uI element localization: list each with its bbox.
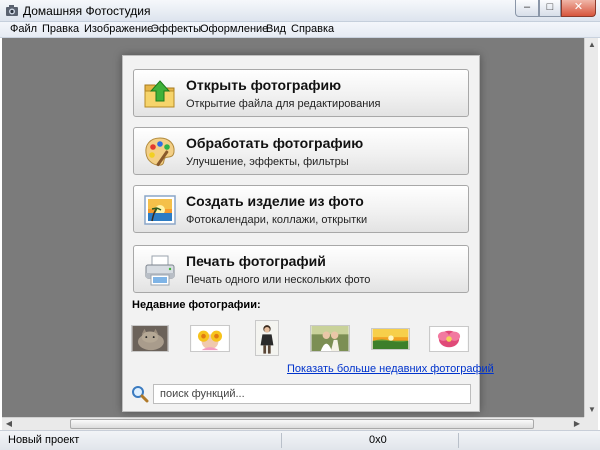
window-title: Домашняя Фотостудия [23,4,151,18]
open-folder-icon [144,80,175,108]
search-icon [132,386,149,403]
horizontal-scroll-thumb[interactable] [70,419,534,429]
action-title: Печать фотографий [186,253,326,269]
scrollbar-corner [584,417,598,430]
palette-icon [145,137,175,167]
action-subtitle: Фотокалендари, коллажи, открытки [186,214,368,226]
menu-bar: Файл Правка Изображение Эффекты Оформлен… [0,22,600,38]
vertical-scrollbar[interactable]: ▲ ▼ [584,38,598,417]
menu-design[interactable]: Оформление [200,23,268,35]
camera-icon [6,5,18,16]
action-title: Создать изделие из фото [186,193,364,209]
action-subtitle: Открытие файла для редактирования [186,98,381,110]
scroll-left-icon[interactable]: ◀ [2,418,16,430]
scroll-up-icon[interactable]: ▲ [585,38,599,52]
action-subtitle: Улучшение, эффекты, фильтры [186,156,349,168]
recent-photos-label: Недавние фотографии: [132,299,261,311]
scroll-down-icon[interactable]: ▼ [585,403,599,417]
recent-photo-cat[interactable] [131,325,169,352]
menu-edit[interactable]: Правка [42,23,79,35]
status-bar: Новый проект 0x0 [0,430,600,450]
printer-icon [145,255,175,286]
maximize-button[interactable]: □ [539,0,561,17]
start-panel: Открыть фотографию Открытие файла для ре… [122,55,494,412]
menu-image[interactable]: Изображение [84,23,153,35]
recent-photo-girl-flowers[interactable] [190,325,230,352]
close-button[interactable]: ✕ [561,0,596,17]
coordinates-readout: 0x0 [369,434,387,446]
action-title: Обработать фотографию [186,135,364,151]
horizontal-scrollbar[interactable]: ◀ ▶ [2,417,584,430]
search-input[interactable] [153,384,471,404]
create-product-button[interactable]: Создать изделие из фото Фотокалендари, к… [133,185,469,233]
menu-view[interactable]: Вид [266,23,286,35]
menu-file[interactable]: Файл [10,23,37,35]
action-subtitle: Печать одного или нескольких фото [186,274,371,286]
print-photos-button[interactable]: Печать фотографий Печать одного или неск… [133,245,469,293]
recent-photo-woman-portrait[interactable] [255,320,279,356]
action-title: Открыть фотографию [186,77,342,93]
scroll-right-icon[interactable]: ▶ [570,418,584,430]
recent-photo-wedding-couple[interactable] [310,325,350,352]
edit-photo-button[interactable]: Обработать фотографию Улучшение, эффекты… [133,127,469,175]
status-separator [281,433,282,448]
menu-help[interactable]: Справка [291,23,334,35]
menu-effects[interactable]: Эффекты [151,23,201,35]
show-more-recent-link[interactable]: Показать больше недавних фотографий [287,363,494,375]
open-photo-button[interactable]: Открыть фотографию Открытие файла для ре… [133,69,469,117]
project-status: Новый проект [8,434,80,446]
recent-photo-pink-flower[interactable] [429,326,469,352]
title-bar: Домашняя Фотостудия – □ ✕ [0,0,600,22]
status-separator [458,433,459,448]
minimize-button[interactable]: – [515,0,539,17]
sunset-picture-icon [144,195,176,225]
recent-photo-sunset-field[interactable] [371,328,410,350]
